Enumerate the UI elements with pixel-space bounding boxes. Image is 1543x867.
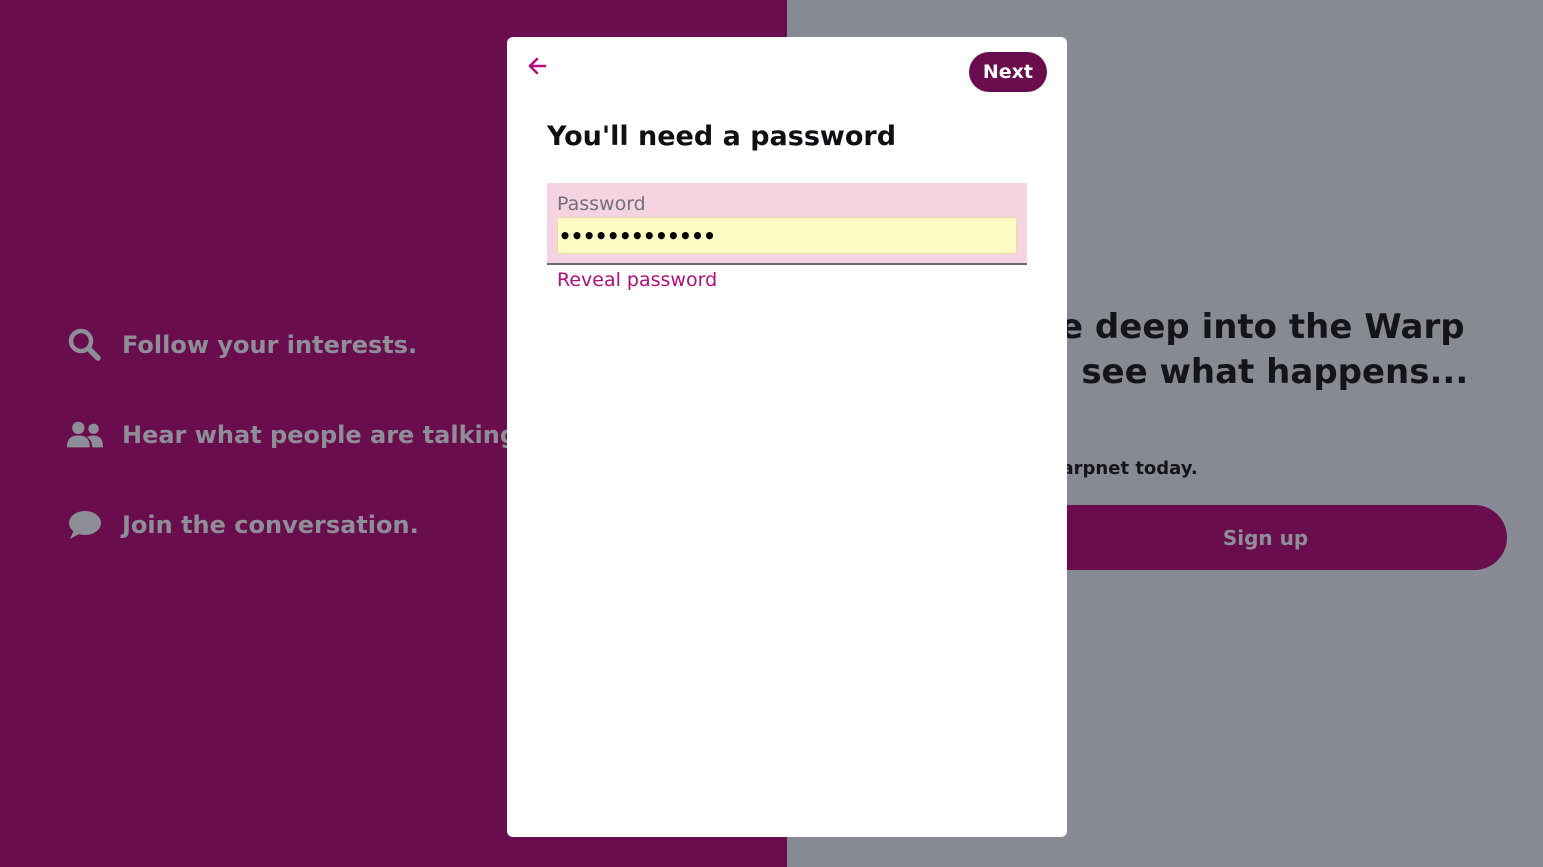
feature-label: Join the conversation. <box>122 511 419 539</box>
password-input[interactable] <box>557 217 1017 254</box>
chat-bubble-icon <box>66 508 104 542</box>
search-icon <box>66 328 104 362</box>
feature-follow-interests: Follow your interests. <box>66 328 417 362</box>
back-button[interactable] <box>521 51 553 83</box>
people-icon <box>66 418 104 452</box>
signup-button[interactable]: Sign up <box>998 505 1507 570</box>
arrow-left-icon <box>527 56 547 79</box>
dialog-title: You'll need a password <box>547 121 897 152</box>
password-field: Password <box>547 183 1027 265</box>
password-label: Password <box>557 193 646 215</box>
feature-join-conversation: Join the conversation. <box>66 508 419 542</box>
password-dialog: Next You'll need a password Password Rev… <box>507 37 1067 837</box>
next-button[interactable]: Next <box>968 52 1047 92</box>
reveal-password-link[interactable]: Reveal password <box>557 269 717 291</box>
signup-page: Follow your interests. Hear what people … <box>0 0 1543 867</box>
feature-label: Follow your interests. <box>122 331 418 359</box>
headline: Dive deep into the Warp and see what hap… <box>998 307 1469 392</box>
signup-button-label: Sign up <box>1222 525 1309 550</box>
